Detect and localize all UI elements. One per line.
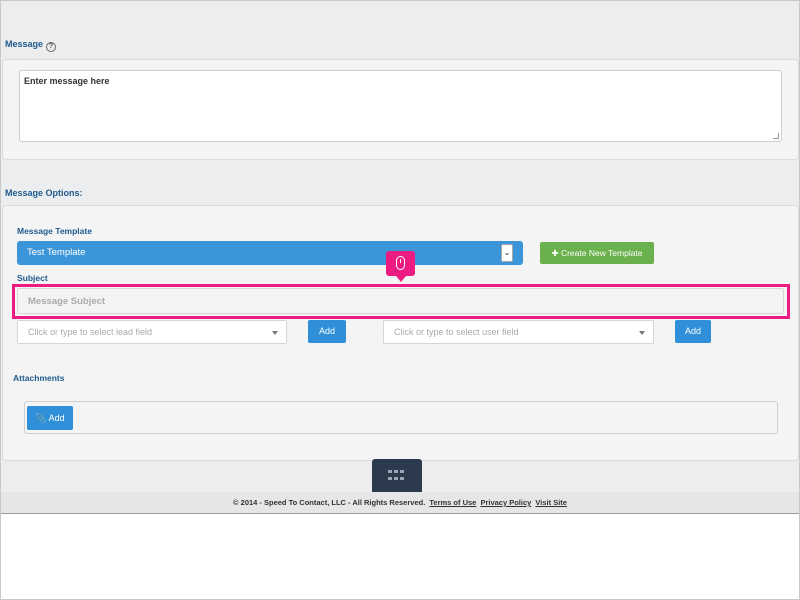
add-attachment-label: Add	[48, 413, 65, 423]
subject-placeholder: Message Subject	[28, 296, 106, 307]
footer: © 2014 - Speed To Contact, LLC - All Rig…	[1, 492, 799, 513]
resize-grip-icon[interactable]	[773, 133, 779, 139]
subject-input[interactable]: Message Subject	[17, 288, 784, 314]
attachments-label: Attachments	[13, 373, 65, 383]
message-template-select[interactable]: Test Template ⌄	[17, 241, 523, 265]
message-template-value: Test Template	[27, 247, 86, 258]
create-template-label: Create New Template	[560, 248, 643, 258]
chevron-down-icon[interactable]: ⌄	[501, 244, 513, 262]
message-options-label: Message Options:	[5, 188, 83, 198]
click-marker-tail	[396, 276, 406, 282]
attachments-box: 📎 Add	[24, 401, 778, 434]
subject-label: Subject	[17, 273, 48, 283]
add-user-field-button[interactable]: Add	[675, 320, 711, 343]
caret-down-icon	[272, 331, 278, 335]
user-field-select[interactable]: Click or type to select user field	[383, 320, 654, 344]
plus-icon: ✚	[551, 248, 559, 258]
app-container: Message? Enter message here Message Opti…	[1, 1, 799, 514]
message-label: Message	[5, 39, 44, 49]
message-template-label: Message Template	[17, 226, 92, 236]
copyright-text: © 2014 - Speed To Contact, LLC - All Rig…	[233, 498, 426, 507]
add-attachment-button[interactable]: 📎 Add	[27, 406, 73, 430]
terms-link[interactable]: Terms of Use	[429, 498, 476, 507]
caret-down-icon	[639, 331, 645, 335]
user-field-placeholder: Click or type to select user field	[394, 327, 519, 337]
create-new-template-button[interactable]: ✚ Create New Template	[540, 242, 654, 264]
visit-site-link[interactable]: Visit Site	[535, 498, 567, 507]
paperclip-icon: 📎	[35, 413, 47, 423]
question-circle-icon[interactable]: ?	[46, 42, 57, 52]
add-lead-field-button[interactable]: Add	[308, 320, 346, 343]
app-menu-button[interactable]	[372, 459, 422, 493]
grid-icon	[388, 470, 406, 482]
message-section-label: Message?	[5, 39, 57, 52]
mouse-icon	[396, 256, 405, 270]
message-textarea[interactable]: Enter message here	[19, 70, 782, 142]
privacy-link[interactable]: Privacy Policy	[480, 498, 531, 507]
lead-field-select[interactable]: Click or type to select lead field	[17, 320, 287, 344]
lead-field-placeholder: Click or type to select lead field	[28, 327, 153, 337]
message-text: Enter message here	[24, 76, 110, 86]
